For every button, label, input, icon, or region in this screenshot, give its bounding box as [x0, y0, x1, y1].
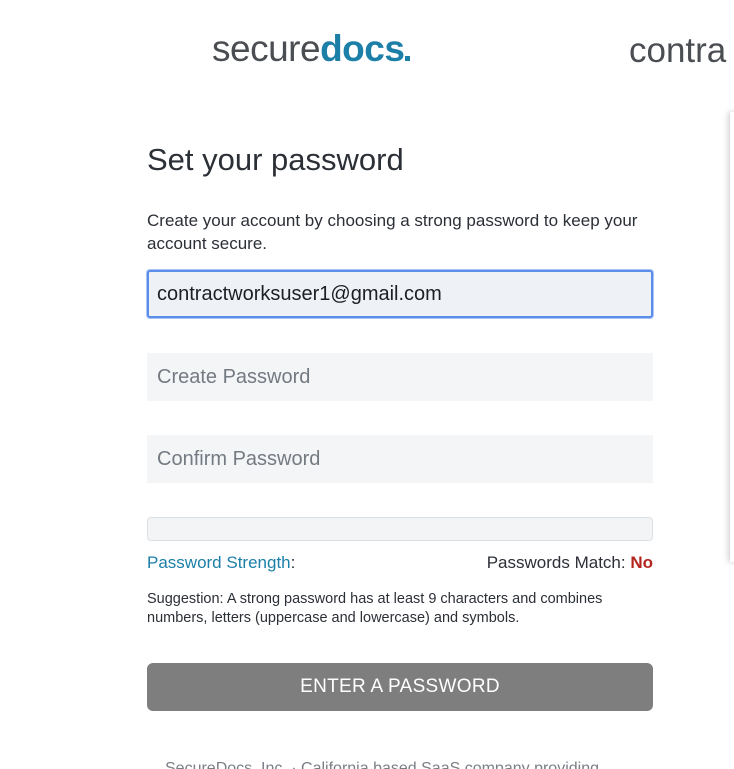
page-title: Set your password — [147, 142, 404, 177]
password-strength-link[interactable]: Password Strength — [147, 553, 291, 572]
form-description: Create your account by choosing a strong… — [147, 211, 638, 253]
footer-text: SecureDocs, Inc. · California based SaaS… — [165, 760, 599, 769]
password-strength-label: Password Strength: — [147, 552, 295, 574]
side-card-edge — [730, 112, 734, 562]
passwords-match-status: Passwords Match: No — [487, 552, 653, 574]
password-strength-colon: : — [290, 553, 296, 572]
contractworks-logo: contra — [629, 31, 727, 70]
securedocs-logo: securedocs — [212, 26, 411, 72]
confirm-password-input[interactable] — [147, 435, 653, 483]
password-strength-meter — [147, 517, 653, 541]
enter-password-button[interactable]: ENTER A PASSWORD — [147, 663, 653, 711]
set-password-page: securedocs contra Set your password Crea… — [0, 0, 734, 769]
logo-text-docs: docs — [320, 28, 405, 69]
password-suggestion: Suggestion: A strong password has at lea… — [147, 591, 603, 626]
passwords-match-value: No — [630, 553, 653, 572]
logo-text-secure: secure — [212, 28, 321, 69]
passwords-match-label: Passwords Match: — [486, 553, 631, 572]
email-field[interactable] — [147, 270, 653, 318]
create-password-input[interactable] — [147, 353, 653, 401]
logo-dot — [405, 56, 411, 61]
